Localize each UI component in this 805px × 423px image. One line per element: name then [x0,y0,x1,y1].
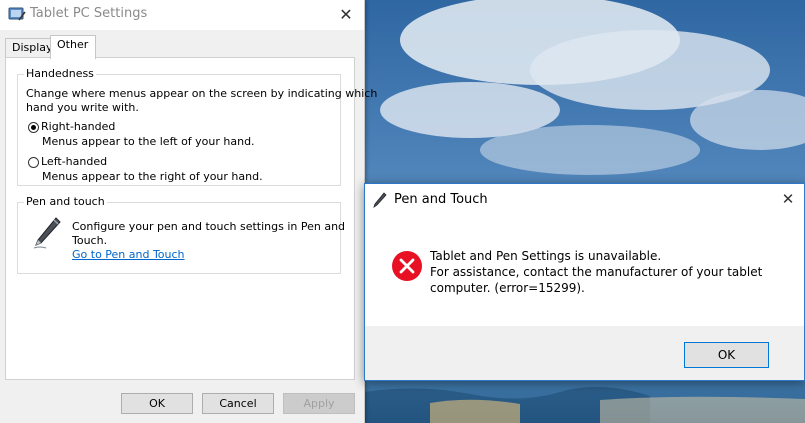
dialog-title-bar[interactable]: Pen and Touch ✕ [365,184,804,216]
pen-and-touch-dialog: Pen and Touch ✕ Tablet and Pen Settings … [364,183,805,381]
right-handed-label[interactable]: Right-handed [41,120,115,134]
dialog-body: Tablet and Pen Settings is unavailable. … [365,216,804,326]
handedness-group: Handedness Change where menus appear on … [17,67,377,186]
pen-and-touch-group-label: Pen and touch [24,195,107,208]
handedness-group-label: Handedness [24,67,96,80]
pen-and-touch-group: Pen and touch Configure your pen and tou… [17,195,345,274]
close-icon: ✕ [339,4,353,24]
right-handed-radio[interactable] [28,122,39,133]
close-icon: ✕ [781,190,795,208]
close-button[interactable]: ✕ [328,0,364,28]
pen-and-touch-description-line1: Configure your pen and touch settings in… [72,220,346,233]
left-handed-radio[interactable] [28,157,39,168]
cancel-button[interactable]: Cancel [202,393,274,414]
dialog-footer: OK [365,326,804,380]
tab-panel-other: Handedness Change where menus appear on … [5,57,377,380]
desktop: Tablet PC Settings ✕ Display Other Hande… [0,0,805,423]
tablet-pc-settings-window: Tablet PC Settings ✕ Display Other Hande… [0,0,377,423]
dialog-ok-button[interactable]: OK [684,342,769,368]
go-to-pen-and-touch-link[interactable]: Go to Pen and Touch [72,248,185,262]
handedness-description-line2: hand you write with. [26,101,139,114]
tablet-pc-icon [8,7,26,21]
left-handed-caption: Menus appear to the right of your hand. [42,170,263,183]
right-handed-caption: Menus appear to the left of your hand. [42,135,255,148]
tab-display[interactable]: Display [5,38,53,57]
dialog-title: Pen and Touch [394,192,488,207]
tab-other[interactable]: Other [50,35,96,59]
error-message-line2: For assistance, contact the manufacturer… [430,265,763,279]
left-handed-label[interactable]: Left-handed [41,155,107,169]
error-icon [392,251,422,281]
ok-button[interactable]: OK [121,393,193,414]
apply-button[interactable]: Apply [283,393,355,414]
window-title: Tablet PC Settings [30,6,148,21]
error-message-line1: Tablet and Pen Settings is unavailable. [430,249,662,263]
handedness-description-line1: Change where menus appear on the screen … [26,87,378,100]
pen-icon [373,192,387,208]
pen-icon [33,217,61,249]
title-bar[interactable]: Tablet PC Settings ✕ [0,0,364,30]
dialog-close-button[interactable]: ✕ [772,184,804,214]
pen-and-touch-description-line2: Touch. [72,234,108,247]
error-message-line3: computer. (error=15299). [430,281,585,295]
